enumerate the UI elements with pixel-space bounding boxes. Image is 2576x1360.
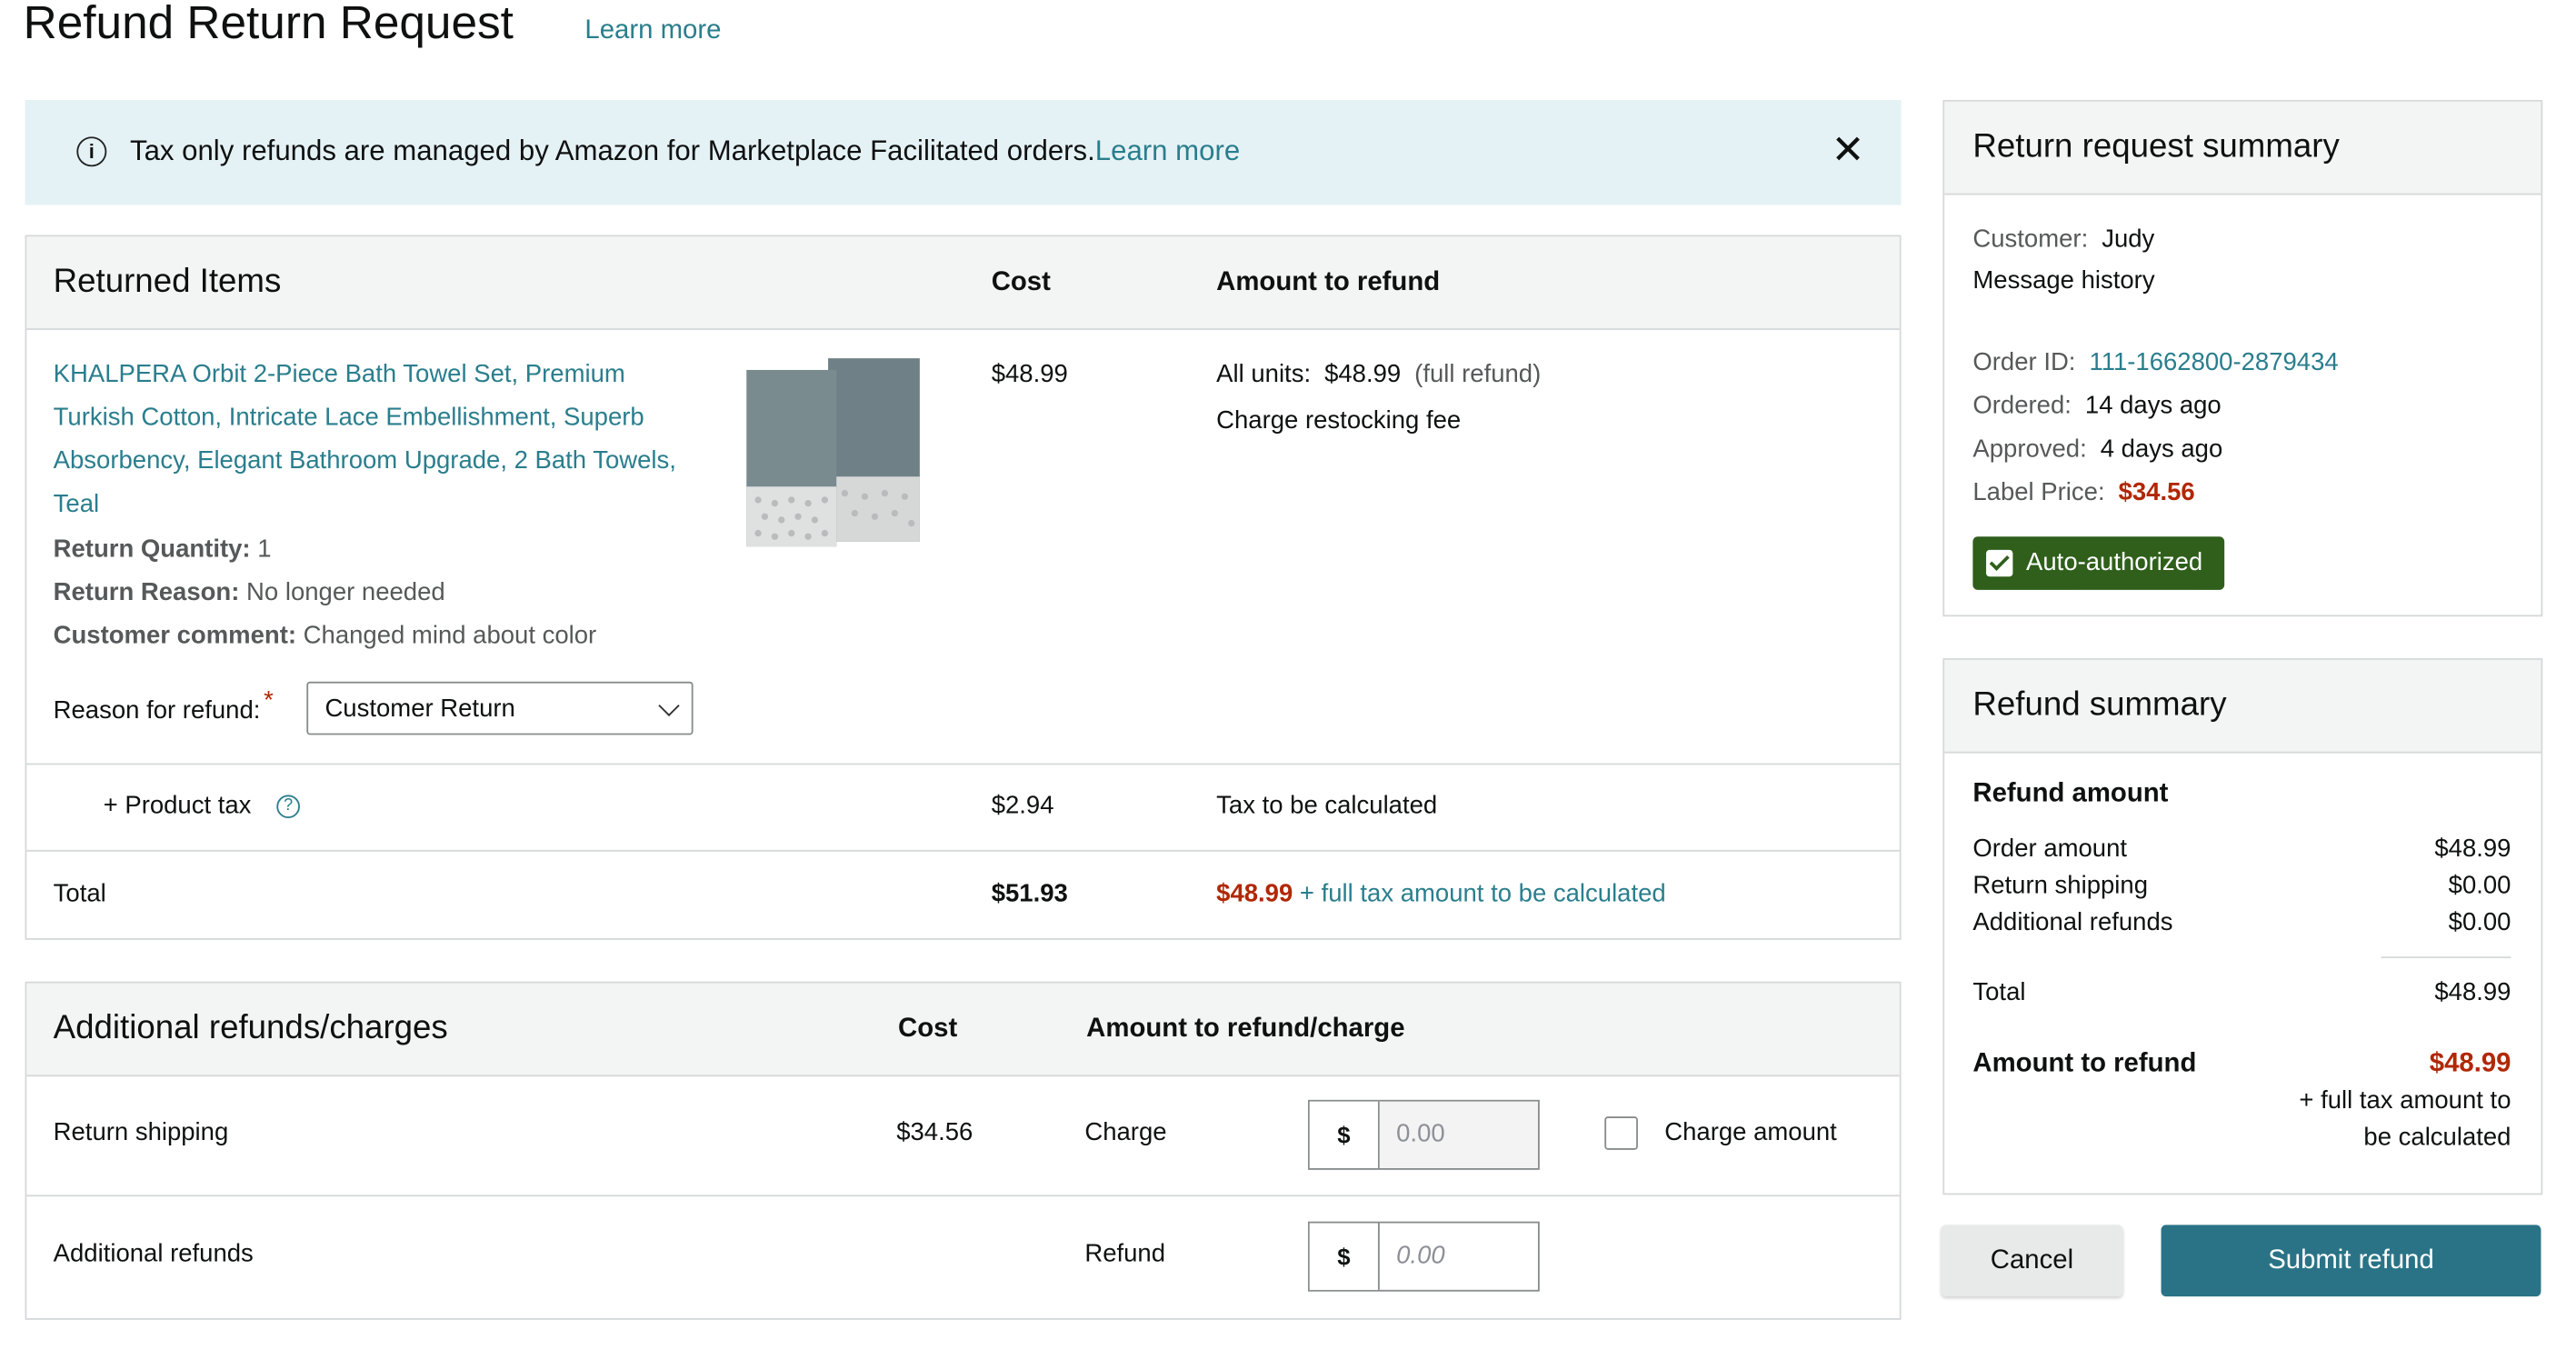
tax-note-line1: + full tax amount to	[2299, 1086, 2511, 1115]
return-shipping-cost: $34.56	[896, 1118, 973, 1147]
cost-column-header: Cost	[991, 268, 1051, 297]
refund-amount-placeholder: 0.00	[1396, 1241, 1445, 1270]
charge-amount-input[interactable]: $ 0.00	[1307, 1099, 1540, 1170]
currency-symbol: $	[1309, 1101, 1380, 1169]
tax-note-line2: be calculated	[2363, 1123, 2511, 1152]
order-amount-label: Order amount	[1972, 835, 2128, 864]
checkmark-icon	[1986, 549, 2013, 577]
additional-refunds-summary-value: $0.00	[2448, 908, 2511, 937]
total-amount: $48.99 + full tax amount to be calculate…	[1216, 880, 1666, 908]
total-refund-value: $48.99	[1216, 879, 1293, 909]
product-tax-cost: $2.94	[991, 791, 1054, 820]
customer-comment: Customer comment: Changed mind about col…	[54, 622, 597, 650]
reason-for-refund-label: Reason for refund: *	[53, 686, 274, 725]
refund-amount-input[interactable]: $ 0.00	[1307, 1221, 1540, 1292]
reason-for-refund-select[interactable]: Customer Return	[306, 681, 694, 735]
charge-amount-placeholder: 0.00	[1379, 1101, 1538, 1169]
additional-refunds-summary-label: Additional refunds	[1972, 908, 2173, 937]
refund-amount-heading: Refund amount	[1972, 779, 2169, 809]
approved-row: Approved: 4 days ago	[1972, 435, 2222, 463]
reason-select-value: Customer Return	[324, 695, 515, 724]
return-quantity: Return Quantity: 1	[54, 535, 272, 563]
total-label: Total	[53, 879, 106, 909]
all-units-label: All units:	[1216, 359, 1312, 389]
customer-name: Judy	[2102, 225, 2155, 254]
customer-row: Customer: Judy	[1972, 225, 2154, 253]
customer-comment-label: Customer comment:	[53, 621, 297, 650]
ordered-label: Ordered:	[1972, 391, 2072, 420]
ordered-value: 14 days ago	[2084, 391, 2222, 420]
approved-value: 4 days ago	[2100, 435, 2223, 464]
summary-total-value: $48.99	[2434, 978, 2511, 1007]
additional-refunds-label: Additional refunds	[53, 1239, 254, 1268]
divider	[26, 1195, 1900, 1197]
chevron-down-icon	[658, 695, 680, 716]
summary-total-label: Total	[1972, 978, 2026, 1007]
return-shipping-summary-value: $0.00	[2448, 871, 2511, 900]
all-units-value: $48.99	[1324, 359, 1402, 389]
product-tax-label: + Product tax	[103, 791, 252, 820]
customer-label: Customer:	[1972, 225, 2089, 254]
reason-label-text: Reason for refund:	[53, 696, 261, 725]
message-history-link[interactable]: Message history	[1972, 266, 2154, 295]
label-price-value: $34.56	[2118, 478, 2195, 507]
help-icon[interactable]: ?	[276, 795, 300, 819]
charge-label: Charge	[1084, 1118, 1167, 1147]
cancel-button[interactable]: Cancel	[1941, 1225, 2123, 1297]
return-request-summary-title: Return request summary	[1972, 128, 2340, 165]
return-reason-value: No longer needed	[246, 578, 445, 607]
return-shipping-label: Return shipping	[53, 1118, 229, 1147]
submit-refund-button[interactable]: Submit refund	[2161, 1225, 2541, 1297]
currency-symbol: $	[1309, 1223, 1380, 1290]
order-id-link[interactable]: 111-1662800-2879434	[2089, 348, 2338, 376]
banner-learn-more-link[interactable]: Learn more	[1095, 135, 1240, 166]
total-refund-tax-note: + full tax amount to be calculated	[1299, 879, 1666, 909]
product-title-link[interactable]: KHALPERA Orbit 2-Piece Bath Towel Set, P…	[54, 354, 704, 527]
divider	[2381, 956, 2511, 959]
info-icon: i	[76, 136, 107, 167]
required-mark: *	[264, 686, 274, 715]
refund-label: Refund	[1084, 1239, 1166, 1268]
approved-label: Approved:	[1972, 435, 2087, 464]
amount-to-refund-label: Amount to refund	[1972, 1049, 2197, 1079]
label-price-label: Label Price:	[1972, 478, 2105, 507]
return-quantity-value: 1	[257, 535, 272, 564]
amount-to-refund-value: $48.99	[2429, 1049, 2511, 1079]
amount-to-refund-charge-column-header: Amount to refund/charge	[1086, 1015, 1405, 1044]
divider	[26, 763, 1900, 765]
ordered-row: Ordered: 14 days ago	[1972, 392, 2221, 420]
banner-text: Tax only refunds are managed by Amazon f…	[130, 135, 1240, 168]
returned-items-header	[26, 236, 1900, 330]
banner-message: Tax only refunds are managed by Amazon f…	[129, 135, 1095, 167]
total-cost: $51.93	[991, 879, 1068, 909]
additional-refunds-title: Additional refunds/charges	[53, 1009, 448, 1047]
return-quantity-label: Return Quantity:	[53, 535, 251, 564]
charge-restocking-fee-link[interactable]: Charge restocking fee	[1216, 406, 1461, 435]
charge-amount-checkbox[interactable]	[1604, 1116, 1638, 1150]
tax-to-be-calculated: Tax to be calculated	[1216, 791, 1438, 820]
all-units-refund: All units: $48.99 (full refund)	[1216, 360, 1541, 388]
order-id-label: Order ID:	[1972, 348, 2076, 377]
learn-more-link[interactable]: Learn more	[584, 16, 721, 46]
page-title: Refund Return Request	[23, 0, 514, 49]
order-amount-value: $48.99	[2434, 835, 2511, 864]
label-price-row: Label Price: $34.56	[1972, 478, 2194, 506]
divider	[26, 849, 1900, 852]
towel-set-image	[746, 358, 920, 547]
auto-authorized-text: Auto-authorized	[2026, 548, 2203, 577]
returned-items-title: Returned Items	[53, 263, 282, 300]
refund-summary-title: Refund summary	[1972, 686, 2227, 724]
amount-to-refund-column-header: Amount to refund	[1216, 268, 1441, 297]
all-units-note: (full refund)	[1414, 359, 1542, 389]
auto-authorized-badge: Auto-authorized	[1972, 536, 2225, 590]
return-reason-label: Return Reason:	[53, 578, 240, 607]
close-icon[interactable]: ✕	[1832, 129, 1865, 174]
order-id-row: Order ID: 111-1662800-2879434	[1972, 348, 2338, 376]
charge-amount-label: Charge amount	[1664, 1118, 1837, 1147]
customer-comment-value: Changed mind about color	[303, 621, 597, 650]
additional-cost-column-header: Cost	[898, 1015, 958, 1044]
return-reason: Return Reason: No longer needed	[54, 578, 445, 606]
return-shipping-summary-label: Return shipping	[1972, 871, 2149, 900]
product-cost: $48.99	[991, 359, 1068, 389]
